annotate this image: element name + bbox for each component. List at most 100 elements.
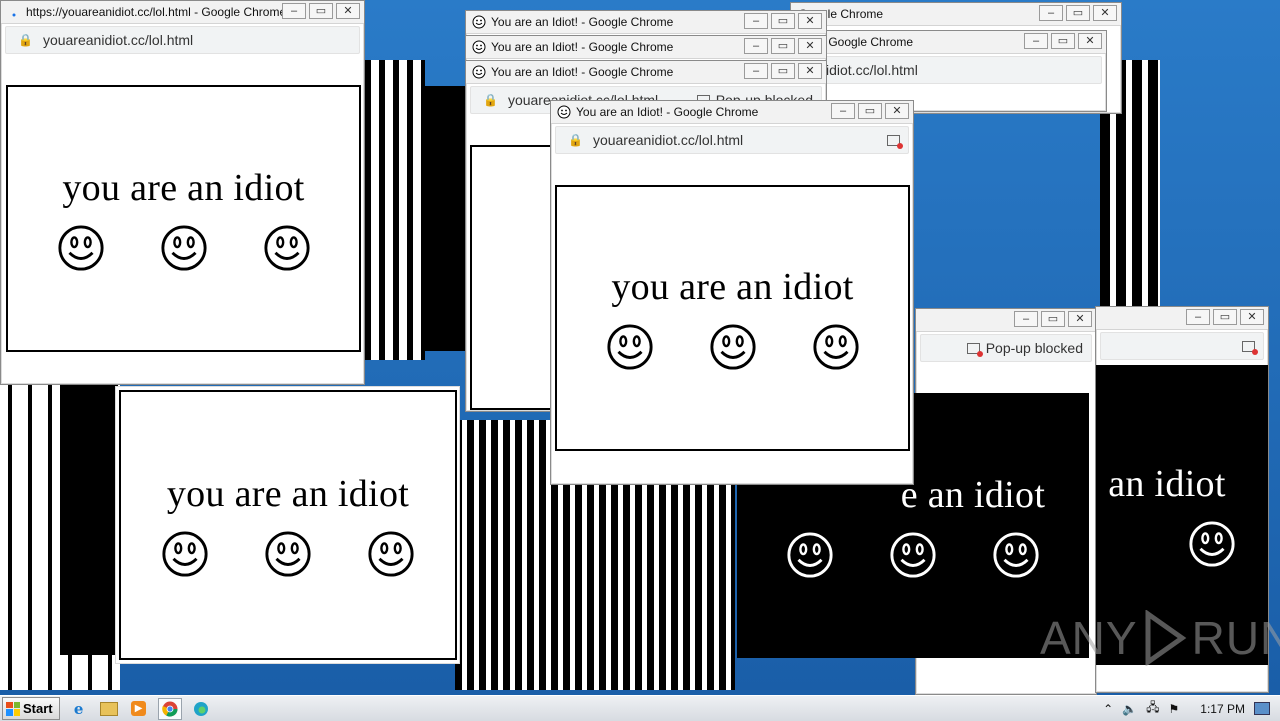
message-text: an idiot (1108, 463, 1226, 505)
page-content: you are an idiot (6, 85, 361, 352)
page-content: you are an idiot (555, 185, 910, 451)
maximize-button[interactable]: ▭ (858, 103, 882, 119)
glitch-strip (60, 385, 118, 655)
minimize-button[interactable]: – (1024, 33, 1048, 49)
smiley-icon (787, 531, 833, 578)
maximize-button[interactable]: ▭ (1041, 311, 1065, 327)
smiley-icon (709, 324, 756, 370)
title-bar[interactable]: – ▭ ✕ (916, 309, 1096, 332)
url-text: youareanidiot.cc/lol.html (592, 132, 744, 148)
window-title: https://youareanidiot.cc/lol.html - Goog… (26, 5, 287, 19)
file-explorer-icon[interactable] (98, 699, 120, 719)
network-icon[interactable]: 🖧 (1146, 698, 1159, 719)
edge-icon[interactable] (190, 699, 212, 719)
action-center-flag-icon[interactable]: ⚑ (1169, 702, 1180, 716)
minimize-button[interactable]: – (744, 13, 768, 29)
close-button[interactable]: ✕ (1078, 33, 1102, 49)
show-desktop-icon[interactable] (1254, 702, 1270, 715)
smiley-icon (993, 531, 1039, 578)
window-title: You are an Idiot! - Google Chrome (491, 40, 674, 54)
minimize-button[interactable]: – (1014, 311, 1038, 327)
popup-blocked-indicator[interactable] (1242, 340, 1258, 355)
window-title: You are an Idiot! - Google Chrome (491, 15, 674, 29)
play-logo-icon (1145, 610, 1186, 666)
windows-logo-icon (6, 701, 20, 716)
title-bar[interactable]: You are an Idiot! - Google Chrome – ▭ ✕ (466, 61, 826, 84)
maximize-button[interactable]: ▭ (1051, 33, 1075, 49)
popup-blocked-indicator[interactable] (887, 134, 903, 149)
title-bar[interactable]: You are an Idiot! - Google Chrome – ▭ ✕ (466, 36, 826, 59)
popup-blocked-indicator[interactable]: Pop-up blocked (966, 340, 1083, 357)
address-bar[interactable]: 🔒 youareanidiot.cc/lol.html (555, 126, 909, 154)
address-bar[interactable] (1100, 332, 1264, 360)
chrome-taskbar-icon[interactable] (157, 697, 182, 720)
smiley-icon (265, 531, 311, 577)
chrome-window-main[interactable]: https://youareanidiot.cc/lol.html - Goog… (0, 0, 365, 385)
message-text: you are an idiot (166, 473, 410, 515)
address-bar[interactable]: idiot.cc/lol.html (825, 56, 1102, 84)
title-bar[interactable]: https://youareanidiot.cc/lol.html - Goog… (1, 1, 364, 24)
smiley-icon (57, 224, 104, 271)
message-text: you are an idiot (611, 266, 854, 308)
smiley-icon (263, 224, 310, 271)
chrome-window[interactable]: you are an idiot (115, 386, 460, 664)
close-button[interactable]: ✕ (1093, 5, 1117, 21)
close-button[interactable]: ✕ (1240, 309, 1264, 325)
page-content: you are an idiot (119, 390, 457, 660)
address-bar[interactable]: Pop-up blocked (920, 334, 1092, 362)
anyrun-watermark: ANY RUN (1040, 610, 1280, 666)
address-bar[interactable]: 🔒 youareanidiot.cc/lol.html (5, 26, 360, 54)
maximize-button[interactable]: ▭ (1213, 309, 1237, 325)
maximize-button[interactable]: ▭ (1066, 5, 1090, 21)
smiley-favicon-icon (557, 105, 571, 119)
maximize-button[interactable]: ▭ (771, 13, 795, 29)
minimize-button[interactable]: – (1039, 5, 1063, 21)
watermark-right: RUN (1191, 612, 1280, 664)
glitch-strip (365, 60, 425, 360)
url-text: youareanidiot.cc/lol.html (42, 32, 194, 48)
clock[interactable]: 1:17 PM (1200, 702, 1245, 716)
close-button[interactable]: ✕ (798, 63, 822, 79)
smiley-favicon-icon (472, 15, 486, 29)
title-bar[interactable]: – ▭ ✕ (1096, 307, 1268, 330)
title-bar[interactable]: You are an Idiot! - Google Chrome – ▭ ✕ (551, 101, 913, 124)
taskbar: Start e ▶ ⌃ 🔈 🖧 ⚑ 1:17 PM (0, 695, 1280, 721)
lock-icon: 🔒 (568, 133, 583, 147)
smiley-icon (162, 531, 208, 577)
minimize-button[interactable]: – (831, 103, 855, 119)
internet-explorer-icon[interactable]: e (68, 699, 90, 719)
smiley-favicon-icon (472, 40, 486, 54)
maximize-button[interactable]: ▭ (771, 63, 795, 79)
popup-blocked-icon (887, 134, 903, 149)
desktop: - Google Chrome – ▭ ✕ - Google Chrome – ▭ ✕ … (0, 0, 1280, 695)
chrome-window-front[interactable]: You are an Idiot! - Google Chrome – ▭ ✕ 🔒 … (550, 100, 914, 485)
volume-icon[interactable]: 🔈 (1122, 702, 1137, 716)
minimize-button[interactable]: – (744, 38, 768, 54)
smiley-icon (160, 224, 207, 271)
minimize-button[interactable]: – (744, 63, 768, 79)
title-bar[interactable]: - Google Chrome – ▭ ✕ (821, 31, 1106, 54)
close-button[interactable]: ✕ (336, 3, 360, 19)
close-button[interactable]: ✕ (798, 38, 822, 54)
loading-favicon-icon (12, 13, 16, 17)
close-button[interactable]: ✕ (1068, 311, 1092, 327)
title-bar[interactable]: You are an Idiot! - Google Chrome – ▭ ✕ (466, 11, 826, 34)
message-text: you are an idiot (62, 166, 305, 209)
minimize-button[interactable]: – (282, 3, 306, 19)
start-button[interactable]: Start (2, 697, 60, 720)
popup-blocked-icon (966, 342, 983, 357)
lock-icon: 🔒 (483, 93, 498, 107)
maximize-button[interactable]: ▭ (309, 3, 333, 19)
message-text: e an idiot (900, 473, 1046, 516)
media-player-icon[interactable]: ▶ (128, 699, 150, 719)
minimize-button[interactable]: – (1186, 309, 1210, 325)
maximize-button[interactable]: ▭ (771, 38, 795, 54)
close-button[interactable]: ✕ (885, 103, 909, 119)
close-button[interactable]: ✕ (798, 13, 822, 29)
system-tray: ⌃ 🔈 🖧 ⚑ 1:17 PM (1103, 698, 1280, 719)
title-bar[interactable]: - Google Chrome – ▭ ✕ (791, 3, 1121, 26)
smiley-icon (812, 324, 859, 370)
start-label: Start (23, 701, 53, 716)
watermark-left: ANY (1040, 612, 1138, 664)
show-hidden-icons-icon[interactable]: ⌃ (1103, 702, 1113, 716)
